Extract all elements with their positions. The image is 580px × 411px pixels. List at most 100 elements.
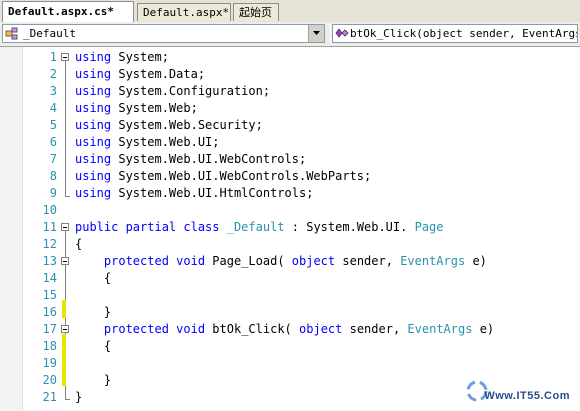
collapse-toggle-icon[interactable] bbox=[61, 53, 69, 61]
code-line[interactable]: 6 using System.Web.UI; bbox=[0, 134, 580, 151]
type-token: _Default bbox=[226, 220, 285, 234]
keyword-token: using bbox=[75, 118, 112, 132]
line-number: 16 bbox=[42, 305, 57, 319]
code-text: using System.Data; bbox=[75, 66, 205, 83]
keyword-token: object bbox=[291, 254, 336, 268]
tab-default-aspx[interactable]: Default.aspx* bbox=[137, 3, 231, 21]
watermark-text: Www.IT55.Com bbox=[484, 390, 570, 402]
member-combo[interactable]: btOk_Click(object sender, EventArgs e) bbox=[332, 24, 578, 43]
code-text: protected void Page_Load( object sender,… bbox=[75, 253, 487, 270]
line-number: 14 bbox=[42, 271, 57, 285]
tab-default-aspx-cs[interactable]: Default.aspx.cs* bbox=[2, 1, 134, 22]
code-line[interactable]: 19 bbox=[0, 355, 580, 372]
type-token: EventArgs bbox=[400, 254, 466, 268]
keyword-token: using bbox=[75, 135, 112, 149]
class-combo-dropdown-button[interactable] bbox=[308, 25, 324, 42]
class-icon bbox=[5, 27, 18, 40]
code-token: { bbox=[75, 271, 112, 285]
code-token: : System.Web.UI. bbox=[291, 220, 408, 234]
line-number: 9 bbox=[49, 186, 57, 200]
line-number: 10 bbox=[42, 203, 57, 217]
code-line[interactable]: 2 using System.Data; bbox=[0, 66, 580, 83]
code-line[interactable]: 9 using System.Web.UI.HtmlControls; bbox=[0, 185, 580, 202]
keyword-token: using bbox=[75, 84, 112, 98]
code-line[interactable]: 3 using System.Configuration; bbox=[0, 83, 580, 100]
code-token: sender, bbox=[349, 322, 401, 336]
code-line[interactable]: 4 using System.Web; bbox=[0, 100, 580, 117]
class-combo[interactable]: _Default bbox=[2, 24, 325, 43]
code-text: using System.Web.UI; bbox=[75, 134, 220, 151]
line-number: 4 bbox=[49, 101, 57, 115]
collapse-toggle-icon[interactable] bbox=[61, 325, 69, 333]
code-token: System.Web.UI.WebControls.WebParts; bbox=[118, 169, 372, 183]
line-number: 20 bbox=[42, 373, 57, 387]
code-token: e) bbox=[479, 322, 495, 336]
line-number: 18 bbox=[42, 339, 57, 353]
code-token: Page_Load( bbox=[212, 254, 285, 268]
code-text: using System.Web.UI.WebControls.WebParts… bbox=[75, 168, 371, 185]
code-text: using System.Web.UI.WebControls; bbox=[75, 151, 306, 168]
code-text: using System.Web.Security; bbox=[75, 117, 263, 134]
code-line[interactable]: 5 using System.Web.Security; bbox=[0, 117, 580, 134]
line-number: 15 bbox=[42, 288, 57, 302]
code-line[interactable]: 12 { bbox=[0, 236, 580, 253]
collapse-toggle-icon[interactable] bbox=[61, 223, 69, 231]
type-token: Page bbox=[414, 220, 444, 234]
keyword-token: protected void bbox=[103, 254, 206, 268]
code-token: btOk_Click( bbox=[212, 322, 292, 336]
watermark-logo: Www.IT55.Com bbox=[464, 379, 574, 405]
code-text: protected void btOk_Click( object sender… bbox=[75, 321, 494, 338]
code-token: } bbox=[75, 373, 112, 387]
keyword-token: using bbox=[75, 186, 112, 200]
code-text: { bbox=[75, 236, 82, 253]
code-token: { bbox=[75, 339, 112, 353]
keyword-token: using bbox=[75, 152, 112, 166]
tab-start-page[interactable]: 起始页 bbox=[233, 3, 279, 21]
navigation-bar: _Default btOk_Click(object sender, Event… bbox=[0, 22, 580, 47]
keyword-token: using bbox=[75, 50, 112, 64]
code-token: sender, bbox=[342, 254, 393, 268]
line-number: 12 bbox=[42, 237, 57, 251]
code-token: e) bbox=[472, 254, 487, 268]
code-token: } bbox=[75, 305, 112, 319]
code-line[interactable]: 15 bbox=[0, 287, 580, 304]
class-combo-value: _Default bbox=[23, 27, 76, 40]
code-line[interactable]: 7 using System.Web.UI.WebControls; bbox=[0, 151, 580, 168]
line-number: 5 bbox=[49, 118, 57, 132]
line-number: 17 bbox=[42, 322, 57, 336]
code-token: System.Web; bbox=[118, 101, 198, 115]
code-line[interactable]: 1 using System; bbox=[0, 49, 580, 66]
code-line[interactable]: 13 protected void Page_Load( object send… bbox=[0, 253, 580, 270]
code-line[interactable]: 11 public partial class _Default : System… bbox=[0, 219, 580, 236]
code-line[interactable]: 14 { bbox=[0, 270, 580, 287]
code-text: { bbox=[75, 270, 111, 287]
collapse-toggle-icon[interactable] bbox=[61, 257, 69, 265]
code-token: System.Web.UI.HtmlControls; bbox=[118, 186, 314, 200]
combo-separator bbox=[330, 24, 331, 44]
code-text: { bbox=[75, 338, 111, 355]
code-line[interactable]: 17 protected void btOk_Click( object sen… bbox=[0, 321, 580, 338]
keyword-token: using bbox=[75, 67, 112, 81]
code-editor[interactable]: 1 using System; 2 using System.Data; 3 using … bbox=[0, 47, 580, 411]
code-token: System; bbox=[118, 50, 169, 64]
chevron-down-icon bbox=[313, 31, 320, 35]
code-token: { bbox=[75, 237, 83, 251]
keyword-token: object bbox=[299, 322, 343, 336]
code-text: using System.Web.UI.HtmlControls; bbox=[75, 185, 313, 202]
code-token: System.Web.UI; bbox=[118, 135, 220, 149]
type-token: EventArgs bbox=[407, 322, 473, 336]
code-token: System.Data; bbox=[118, 67, 206, 81]
code-line[interactable]: 10 bbox=[0, 202, 580, 219]
keyword-token: public partial class bbox=[75, 220, 220, 234]
code-line[interactable]: 16 } bbox=[0, 304, 580, 321]
code-line[interactable]: 18 { bbox=[0, 338, 580, 355]
line-number: 2 bbox=[49, 67, 57, 81]
document-tab-bar: Default.aspx.cs* Default.aspx* 起始页 bbox=[0, 0, 580, 23]
method-icon bbox=[335, 28, 349, 38]
code-token: System.Configuration; bbox=[118, 84, 271, 98]
line-number: 11 bbox=[42, 220, 57, 234]
code-line[interactable]: 8 using System.Web.UI.WebControls.WebPart… bbox=[0, 168, 580, 185]
code-text: } bbox=[75, 389, 82, 406]
code-text: using System; bbox=[75, 49, 169, 66]
